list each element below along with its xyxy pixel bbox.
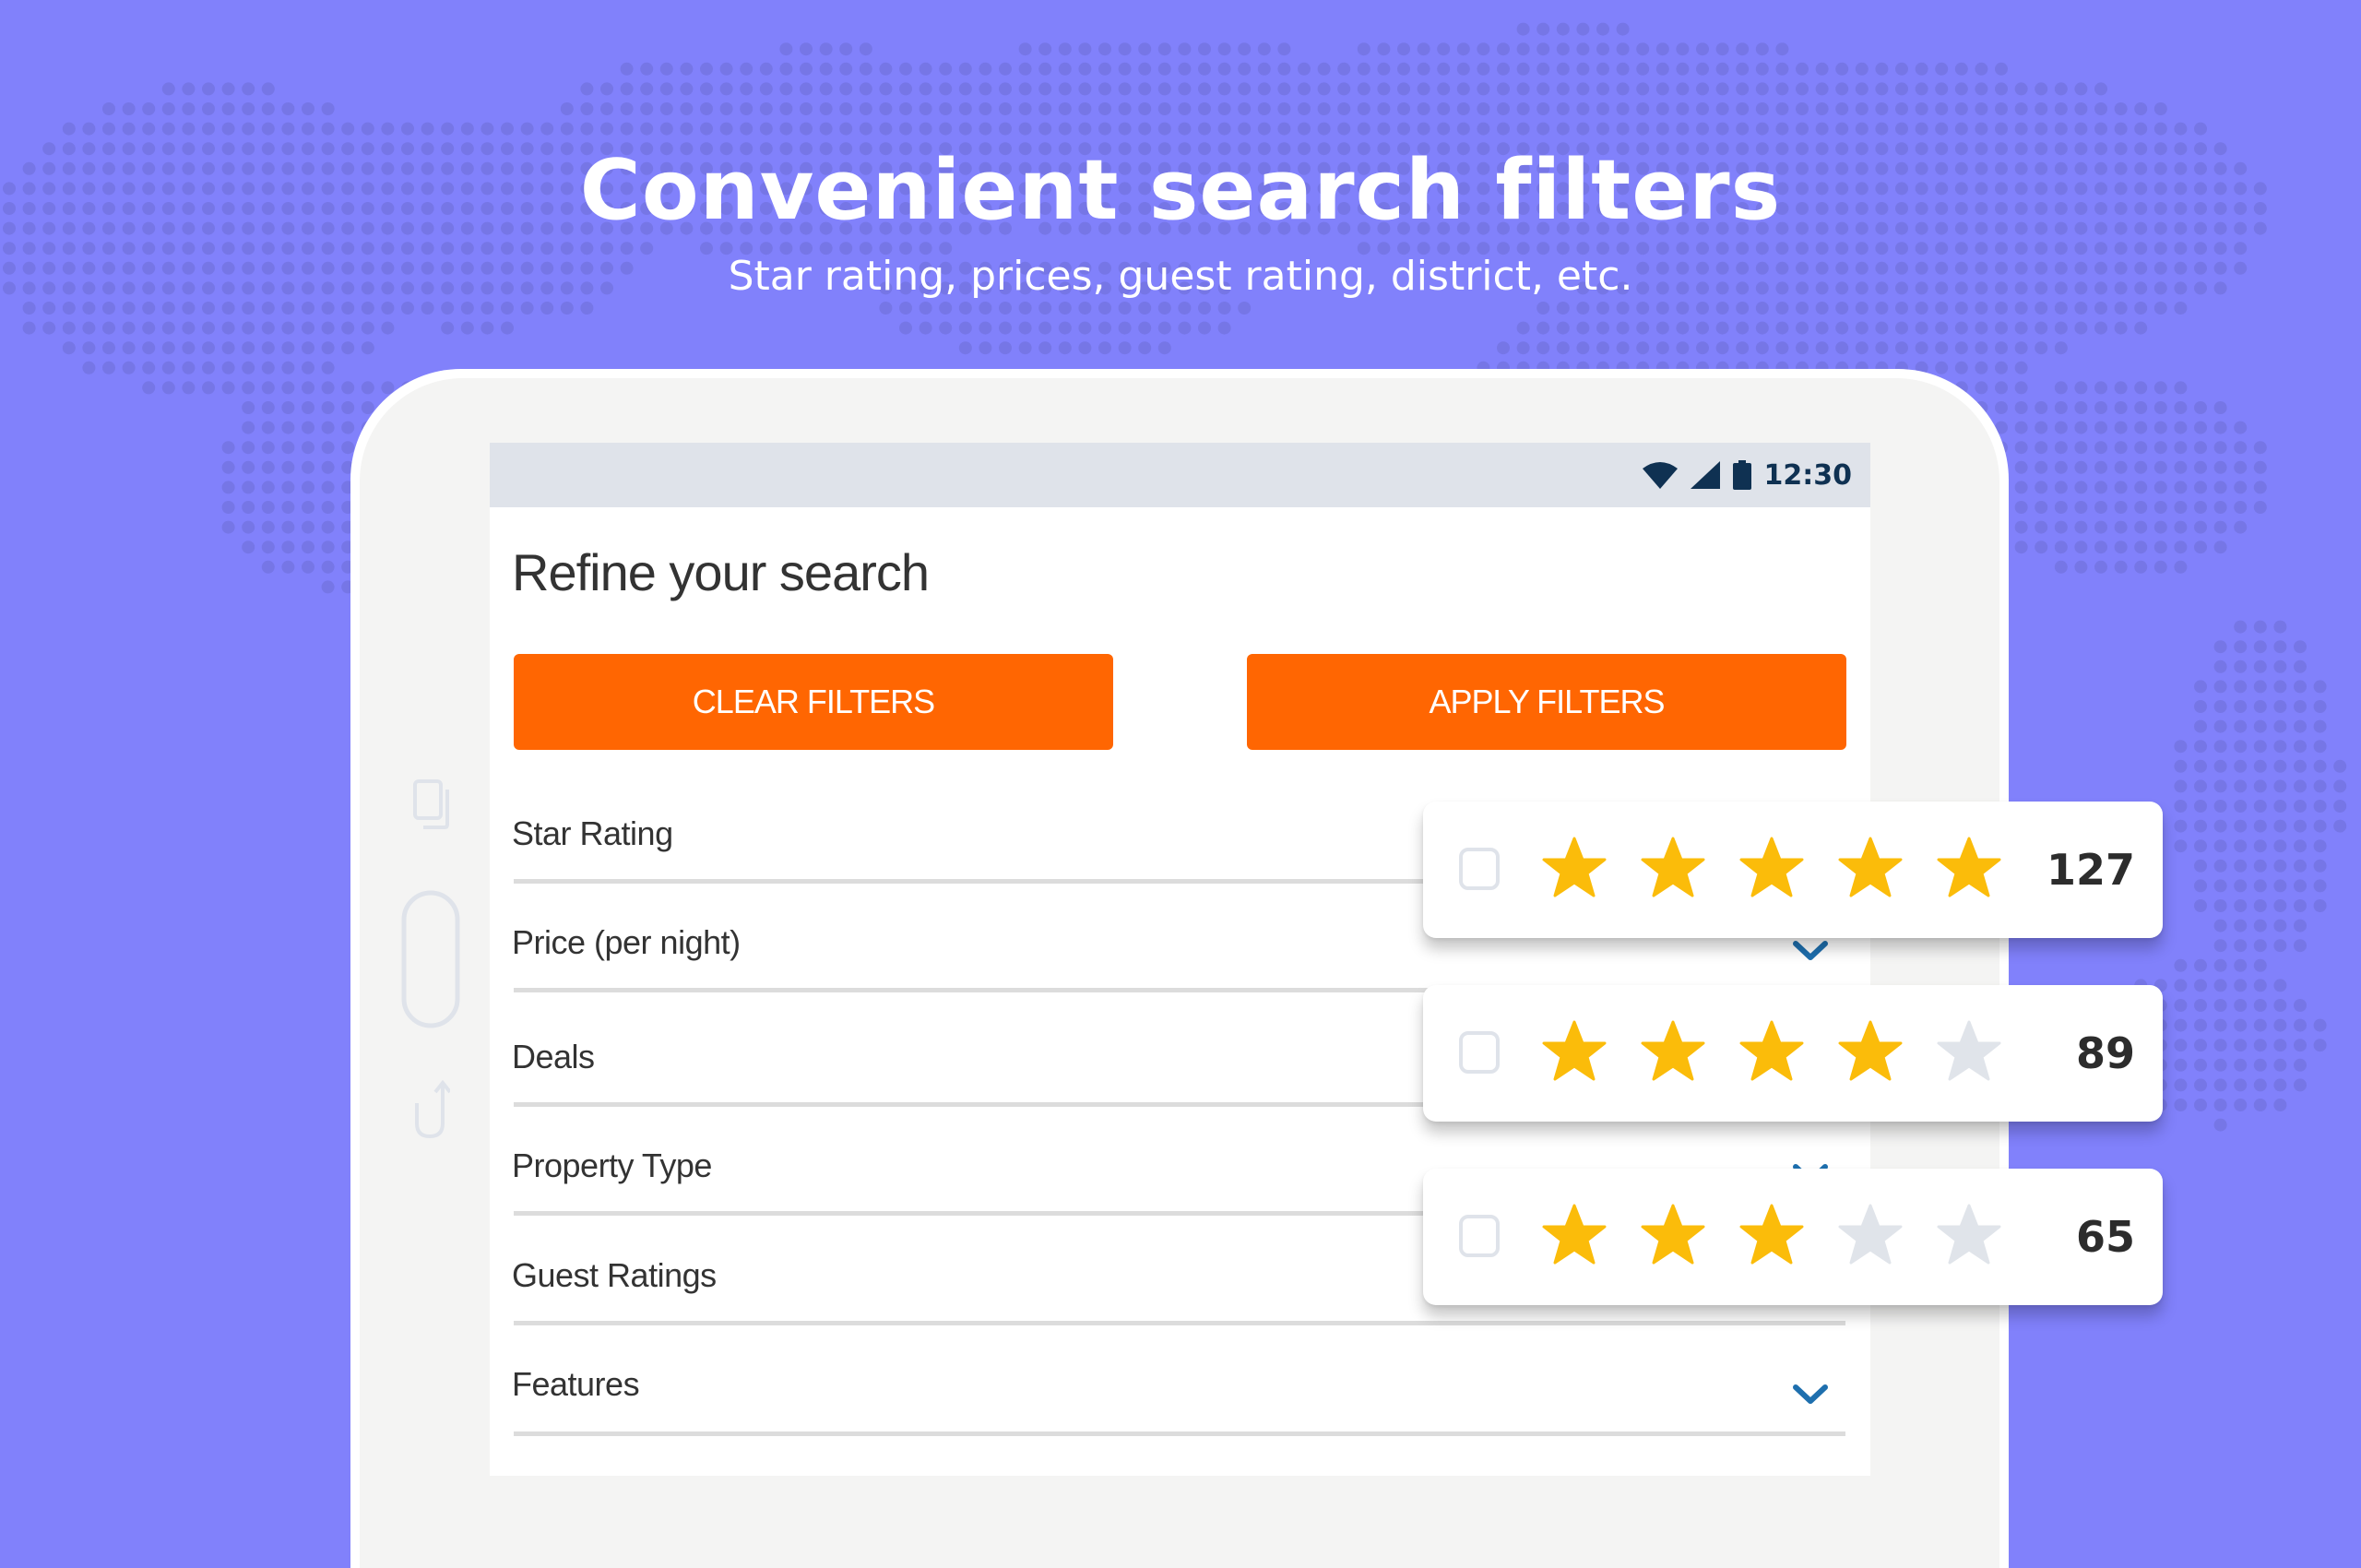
- star-empty-icon: [1838, 1204, 1903, 1265]
- star-filled-icon: [1739, 1020, 1804, 1081]
- star-rating-option-4[interactable]: 89: [1423, 985, 2163, 1122]
- star-filled-icon: [1641, 837, 1705, 897]
- home-button-icon[interactable]: [400, 889, 461, 1029]
- filter-label: Guest Ratings: [512, 1256, 717, 1294]
- star-filled-icon: [1937, 837, 2001, 897]
- star-empty-icon: [1937, 1204, 2001, 1265]
- star-rating-option-3[interactable]: 65: [1423, 1169, 2163, 1305]
- star-row: [1541, 1202, 2035, 1268]
- star-filled-icon: [1641, 1020, 1705, 1081]
- star-empty-icon: [1937, 1020, 2001, 1081]
- star-filled-icon: [1641, 1204, 1705, 1265]
- back-icon[interactable]: [413, 1079, 450, 1140]
- status-time: 12:30: [1763, 458, 1853, 492]
- filter-label: Star Rating: [512, 814, 673, 852]
- hero-subtitle: Star rating, prices, guest rating, distr…: [728, 253, 1633, 300]
- chevron-down-icon[interactable]: [1792, 1384, 1829, 1406]
- star-filled-icon: [1542, 1204, 1607, 1265]
- checkbox[interactable]: [1459, 1031, 1500, 1074]
- hero-title: Convenient search filters: [579, 142, 1782, 239]
- divider: [514, 1321, 1845, 1325]
- checkbox[interactable]: [1459, 1215, 1500, 1257]
- star-filled-icon: [1739, 837, 1804, 897]
- app-screen: 12:30 Refine your search CLEAR FILTERS A…: [490, 443, 1870, 1476]
- cell-signal-icon: [1690, 461, 1720, 489]
- apply-filters-button[interactable]: APPLY FILTERS: [1247, 654, 1846, 750]
- result-count: 65: [2075, 1212, 2135, 1262]
- star-row: [1541, 835, 2035, 901]
- filter-label: Price (per night): [512, 923, 741, 961]
- page-title: Refine your search: [512, 543, 930, 601]
- checkbox[interactable]: [1459, 848, 1500, 890]
- status-bar: 12:30: [490, 443, 1870, 507]
- chevron-down-icon[interactable]: [1792, 940, 1829, 962]
- star-filled-icon: [1542, 837, 1607, 897]
- recent-apps-icon[interactable]: [412, 778, 453, 830]
- star-row: [1541, 1018, 2035, 1085]
- star-filled-icon: [1739, 1204, 1804, 1265]
- result-count: 89: [2075, 1028, 2135, 1078]
- wifi-icon: [1642, 462, 1678, 489]
- star-rating-option-5[interactable]: 127: [1423, 802, 2163, 938]
- filter-row-features[interactable]: Features: [512, 1348, 1845, 1457]
- star-filled-icon: [1542, 1020, 1607, 1081]
- divider: [514, 1431, 1845, 1436]
- result-count: 127: [2046, 845, 2135, 895]
- filter-label: Property Type: [512, 1146, 712, 1184]
- battery-icon: [1732, 460, 1751, 490]
- filter-label: Deals: [512, 1038, 595, 1075]
- clear-filters-button[interactable]: CLEAR FILTERS: [514, 654, 1113, 750]
- star-filled-icon: [1838, 837, 1903, 897]
- star-filled-icon: [1838, 1020, 1903, 1081]
- filter-label: Features: [512, 1365, 640, 1403]
